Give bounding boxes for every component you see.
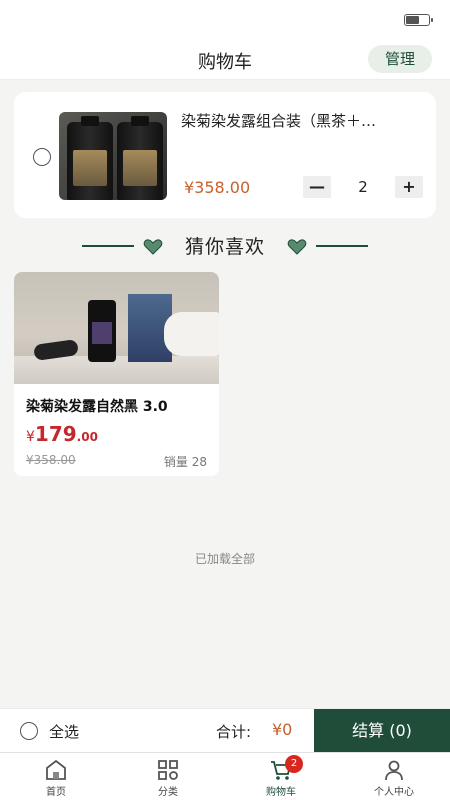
category-icon	[158, 760, 178, 780]
product-bottle-image	[67, 116, 113, 200]
product-image-shelf	[14, 356, 219, 384]
select-all-label[interactable]: 全选	[49, 721, 79, 742]
product-image[interactable]	[14, 272, 219, 384]
battery-icon	[404, 14, 433, 26]
price-currency: ¥	[26, 429, 35, 445]
tab-home[interactable]: 首页	[0, 753, 112, 800]
product-name[interactable]: 染菊染发露自然黑 3.0	[26, 396, 168, 416]
tab-category[interactable]: 分类	[112, 753, 224, 800]
tab-bar: 首页 分类 2 购物车 个人中心	[0, 752, 450, 800]
sales-count: 销量 28	[164, 453, 207, 470]
price-decimal: .00	[76, 430, 98, 444]
cart-item: 染菊染发露组合装（黑茶＋… ¥358.00 — 2 +	[14, 92, 436, 218]
checkout-button[interactable]: 结算 (0)	[314, 709, 450, 753]
cart-item-image[interactable]	[59, 112, 167, 200]
product-bottle-image	[117, 116, 163, 200]
sales-value: 28	[191, 455, 207, 469]
sales-label: 销量	[163, 455, 188, 469]
quantity-decrease-button[interactable]: —	[303, 176, 331, 198]
status-bar	[0, 0, 450, 40]
quantity-stepper: — 2 +	[303, 176, 423, 200]
tab-cart-label: 购物车	[266, 787, 296, 798]
select-all-checkbox[interactable]	[20, 722, 38, 740]
cart-item-name[interactable]: 染菊染发露组合装（黑茶＋…	[181, 110, 419, 131]
product-image-towel	[164, 312, 219, 356]
tab-home-label: 首页	[46, 787, 66, 798]
tab-category-label: 分类	[158, 787, 178, 798]
tab-profile-label: 个人中心	[374, 787, 414, 798]
recommend-header: 猜你喜欢	[0, 232, 450, 260]
home-icon	[46, 759, 66, 780]
cart-item-price: ¥358.00	[184, 178, 251, 197]
quantity-increase-button[interactable]: +	[395, 176, 423, 198]
manage-button[interactable]: 管理	[368, 45, 432, 73]
battery-level	[406, 16, 419, 24]
tab-profile[interactable]: 个人中心	[338, 753, 450, 800]
recommend-title: 猜你喜欢	[184, 236, 265, 258]
cart-item-checkbox[interactable]	[33, 148, 51, 166]
product-image-bottle	[88, 300, 116, 362]
price-integer: 179	[34, 422, 77, 446]
product-price: ¥179.00	[26, 422, 98, 446]
original-price: ¥358.00	[26, 453, 76, 467]
checkout-bar: 全选 合计: ¥0 结算 (0)	[0, 708, 450, 753]
total-label: 合计:	[216, 723, 252, 741]
cart-badge: 2	[285, 755, 303, 773]
divider	[316, 245, 368, 247]
total-value: ¥0	[272, 720, 293, 739]
product-card[interactable]: 染菊染发露自然黑 3.0 ¥179.00 ¥358.00 销量 28	[14, 272, 219, 476]
quantity-value[interactable]: 2	[343, 178, 383, 196]
loaded-all-text: 已加载全部	[194, 552, 255, 566]
header: 购物车 管理	[0, 40, 450, 80]
tab-cart[interactable]: 2 购物车	[225, 753, 337, 800]
heart-icon	[287, 239, 307, 255]
person-icon	[385, 760, 403, 781]
